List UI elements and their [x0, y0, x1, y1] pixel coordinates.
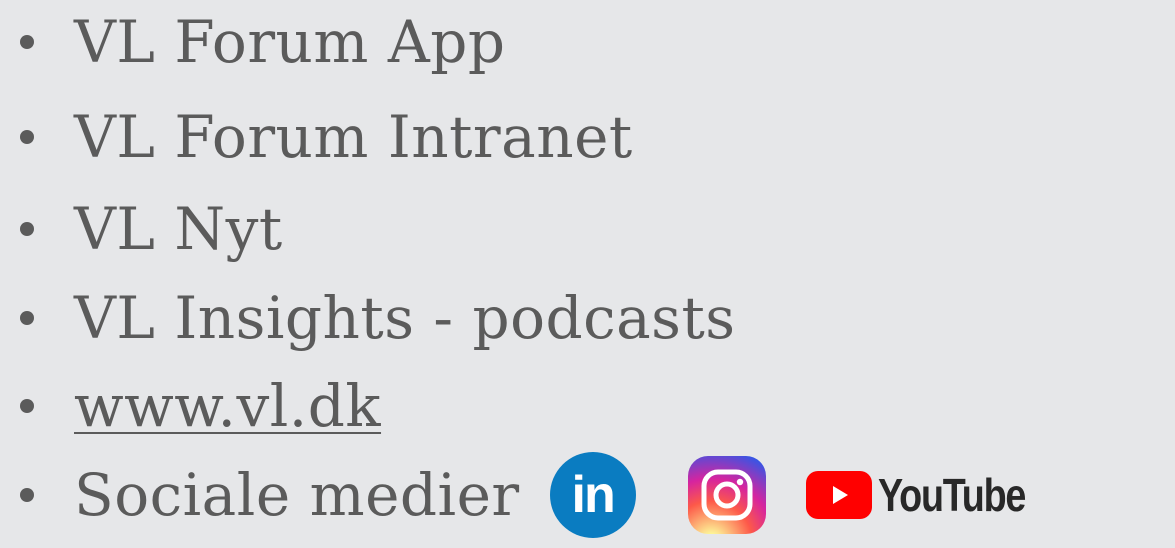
- list-item-social-media: Sociale medier in YouTube: [14, 452, 1057, 538]
- social-icons: in YouTube: [544, 452, 1057, 538]
- list-item-vl-nyt: VL Nyt: [14, 189, 283, 269]
- slide: VL Forum App VL Forum Intranet VL Nyt VL…: [0, 0, 1175, 548]
- bullet-icon: [20, 35, 34, 49]
- instagram-glyph: [701, 469, 753, 521]
- list-item-label: VL Insights - podcasts: [74, 284, 736, 352]
- instagram-icon[interactable]: [687, 456, 766, 534]
- bullet-icon: [20, 488, 34, 502]
- list-item-label: VL Forum App: [74, 8, 506, 76]
- linkedin-icon[interactable]: in: [549, 452, 636, 538]
- list-item-label: Sociale medier: [74, 461, 520, 529]
- list-item-label: VL Forum Intranet: [74, 103, 633, 171]
- list-item-website: www.vl.dk: [14, 366, 381, 446]
- bullet-icon: [20, 130, 34, 144]
- youtube-play-icon: [805, 471, 872, 519]
- list-item-vl-insights: VL Insights - podcasts: [14, 278, 736, 358]
- list-item-forum-intranet: VL Forum Intranet: [14, 97, 633, 177]
- bullet-icon: [20, 222, 34, 236]
- youtube-wordmark: YouTube: [877, 469, 1026, 521]
- play-triangle-icon: [832, 486, 848, 504]
- youtube-icon[interactable]: YouTube: [805, 468, 1057, 522]
- website-link[interactable]: www.vl.dk: [74, 366, 381, 446]
- bullet-icon: [20, 311, 34, 325]
- bullet-list: VL Forum App VL Forum Intranet VL Nyt VL…: [0, 0, 1175, 548]
- list-item-forum-app: VL Forum App: [14, 2, 505, 82]
- list-item-label: VL Nyt: [74, 195, 283, 263]
- linkedin-icon-text: in: [571, 466, 616, 524]
- bullet-icon: [20, 399, 34, 413]
